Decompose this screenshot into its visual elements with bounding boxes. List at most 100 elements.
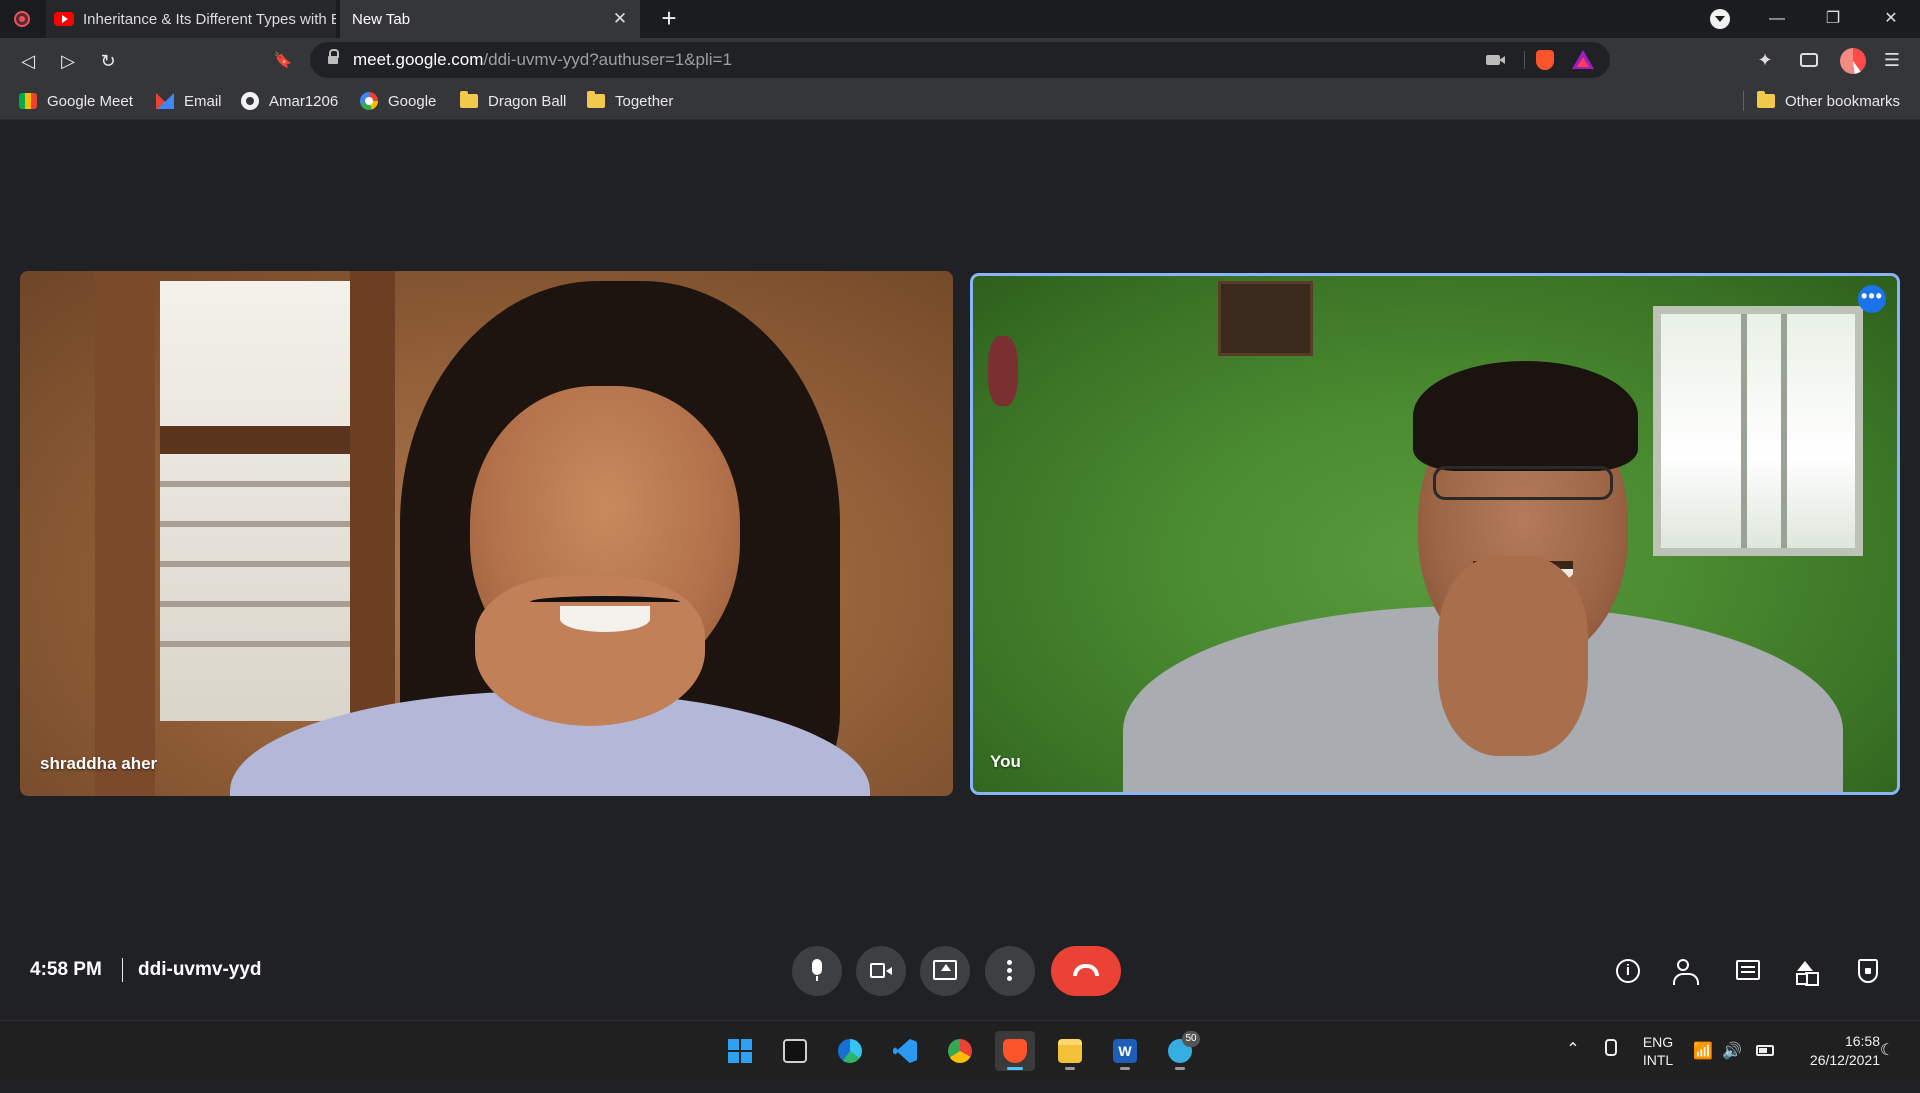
meeting-info-divider: [122, 958, 123, 982]
folder-icon: [460, 91, 478, 108]
vscode-icon: [893, 1039, 917, 1063]
battery-icon[interactable]: [1756, 1045, 1774, 1056]
people-button[interactable]: [1668, 951, 1708, 991]
taskbar-brave[interactable]: [995, 1031, 1035, 1071]
minimize-button[interactable]: —: [1754, 0, 1800, 38]
url-path: /ddi-uvmv-yyd?authuser=1&pli=1: [483, 50, 732, 69]
bookmark-label: Google Meet: [47, 92, 133, 110]
bookmark-google-meet[interactable]: Google Meet: [19, 91, 133, 111]
bookmark-folder-together[interactable]: Together: [587, 91, 673, 111]
bookmark-google[interactable]: Google: [360, 91, 436, 111]
tab-new-tab[interactable]: New Tab ✕: [340, 0, 640, 38]
start-button[interactable]: [720, 1031, 760, 1071]
back-button[interactable]: ◁: [15, 48, 41, 74]
taskbar-vscode[interactable]: [885, 1031, 925, 1071]
tab-youtube-inheritance[interactable]: Inheritance & Its Different Types with E…: [46, 0, 336, 38]
bookmark-email[interactable]: Email: [156, 91, 222, 111]
language-primary: ENG: [1642, 1034, 1674, 1050]
profile-avatar[interactable]: [1840, 48, 1866, 74]
participant-name: You: [990, 752, 1021, 771]
meeting-details-button[interactable]: i: [1608, 951, 1648, 991]
more-options-icon[interactable]: •••: [1858, 285, 1886, 313]
other-bookmarks[interactable]: Other bookmarks: [1757, 91, 1900, 111]
brave-rewards-icon[interactable]: [1572, 50, 1594, 69]
reload-button[interactable]: ↻: [95, 48, 121, 74]
participant-tile-self[interactable]: ••• You: [970, 273, 1900, 795]
meeting-code: ddi-uvmv-yyd: [138, 959, 262, 980]
present-screen-button[interactable]: [920, 946, 970, 996]
language-secondary: INTL: [1642, 1052, 1674, 1068]
system-clock[interactable]: 16:58 26/12/2021: [1790, 1032, 1880, 1092]
background-window: [1653, 306, 1863, 556]
forward-button[interactable]: ▷: [55, 48, 81, 74]
tab-search-icon[interactable]: [1710, 9, 1730, 29]
bookmark-label: Email: [184, 92, 222, 110]
restore-button[interactable]: ❐: [1810, 0, 1856, 38]
hang-up-icon: [1073, 964, 1099, 976]
url-text[interactable]: meet.google.com/ddi-uvmv-yyd?authuser=1&…: [353, 50, 732, 70]
taskbar-word[interactable]: W: [1105, 1031, 1145, 1071]
notification-badge: 50: [1182, 1031, 1200, 1047]
info-icon: i: [1616, 959, 1640, 983]
word-icon: W: [1113, 1039, 1137, 1063]
bookmark-github[interactable]: Amar1206: [241, 91, 338, 111]
folder-icon: [1757, 91, 1775, 108]
url-host: meet.google.com: [353, 50, 484, 69]
participant-glasses: [1433, 466, 1613, 500]
participant-hand: [1438, 556, 1588, 756]
microphone-in-use-icon[interactable]: [1602, 1039, 1617, 1059]
input-language-indicator[interactable]: ENG INTL: [1640, 1033, 1676, 1093]
github-icon: [241, 92, 259, 110]
participant-mustache: [530, 596, 680, 608]
file-explorer-icon: [1058, 1039, 1082, 1063]
leave-call-button[interactable]: [1051, 946, 1121, 996]
address-bar[interactable]: meet.google.com/ddi-uvmv-yyd?authuser=1&…: [310, 42, 1610, 78]
lock-icon[interactable]: [328, 49, 339, 66]
taskbar-file-explorer[interactable]: [1050, 1031, 1090, 1071]
wall-poster: [1218, 281, 1313, 356]
brave-shields-icon[interactable]: [1536, 50, 1554, 70]
host-controls-button[interactable]: [1848, 951, 1888, 991]
bookmarks-divider: [1743, 91, 1744, 111]
taskbar-telegram[interactable]: 50: [1160, 1031, 1200, 1071]
camera-in-use-icon[interactable]: [1486, 55, 1505, 65]
bookmark-folder-dragon-ball[interactable]: Dragon Ball: [460, 91, 566, 111]
wallet-icon[interactable]: [1800, 53, 1818, 67]
tab-title: Inheritance & Its Different Types with E…: [83, 10, 336, 28]
participant-tile-remote[interactable]: shraddha aher: [20, 271, 953, 796]
more-actions-button[interactable]: [985, 946, 1035, 996]
microphone-button[interactable]: [792, 946, 842, 996]
clock-time: 16:58: [1844, 1033, 1880, 1049]
clock-date: 26/12/2021: [1809, 1052, 1880, 1068]
taskbar-chrome[interactable]: [940, 1031, 980, 1071]
extensions-icon[interactable]: ✦: [1755, 50, 1775, 70]
chrome-icon: [948, 1039, 972, 1063]
wooden-frame: [95, 271, 155, 796]
participant-hair: [1413, 361, 1638, 471]
taskbar-edge[interactable]: [830, 1031, 870, 1071]
record-indicator-icon: [14, 11, 30, 27]
wooden-frame: [350, 271, 395, 741]
meet-stage: shraddha aher ••• You 4:58 PM ddi-uvmv-y…: [0, 121, 1920, 1080]
chat-button[interactable]: [1728, 951, 1768, 991]
background-window: [160, 281, 380, 721]
focus-assist-icon[interactable]: ☾: [1877, 1040, 1897, 1060]
wifi-icon[interactable]: 📶: [1693, 1041, 1713, 1060]
folder-icon: [587, 91, 605, 108]
meeting-time: 4:58 PM: [30, 959, 102, 980]
browser-menu-icon[interactable]: ☰: [1882, 48, 1902, 72]
close-window-button[interactable]: ✕: [1868, 0, 1914, 38]
taskbar-terminal[interactable]: [775, 1031, 815, 1071]
volume-icon[interactable]: 🔊: [1721, 1041, 1743, 1060]
bookmark-label: Dragon Ball: [488, 92, 567, 110]
new-tab-button[interactable]: +: [655, 4, 683, 32]
bookmark-icon[interactable]: 🔖: [270, 48, 296, 74]
more-vert-icon: [1007, 960, 1012, 965]
activities-button[interactable]: [1788, 951, 1828, 991]
host-controls-icon: [1858, 959, 1878, 983]
camera-button[interactable]: [856, 946, 906, 996]
wall-toy: [988, 336, 1018, 406]
close-tab-icon[interactable]: ✕: [610, 9, 630, 29]
omnibox-divider: [1524, 51, 1525, 69]
show-hidden-icons-chevron-icon[interactable]: ⌃: [1563, 1039, 1583, 1059]
